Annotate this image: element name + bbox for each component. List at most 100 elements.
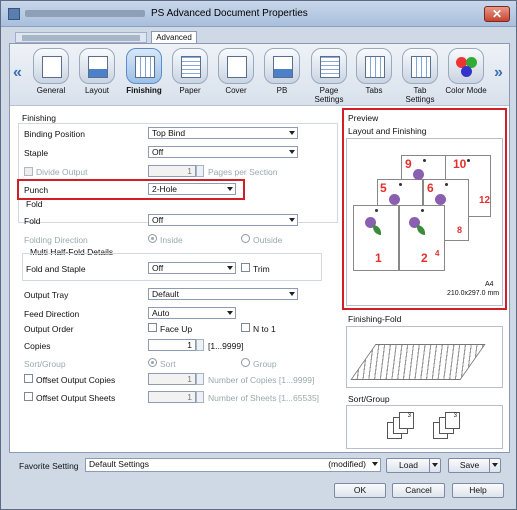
chevron-down-icon	[227, 311, 233, 315]
tab-pb[interactable]: PB	[260, 48, 304, 95]
finishing-icon	[135, 56, 155, 78]
chevron-down-icon	[227, 187, 233, 191]
offset-sheets-spinner[interactable]	[196, 391, 204, 403]
help-button[interactable]: Help	[452, 483, 504, 498]
scroll-right-icon[interactable]: »	[494, 64, 503, 82]
tab-cover[interactable]: Cover	[214, 48, 258, 95]
inside-label: Inside	[160, 235, 183, 245]
divide-output-input[interactable]: 1	[148, 165, 196, 177]
copies-input[interactable]: 1	[148, 339, 196, 351]
pb-icon	[273, 56, 293, 78]
punch-select[interactable]: 2-Hole	[148, 183, 236, 195]
divide-output-spinner[interactable]	[196, 165, 204, 177]
load-button[interactable]: Load	[386, 458, 441, 473]
sort-label: Sort	[160, 359, 176, 369]
tab-color-mode[interactable]: Color Mode	[444, 48, 488, 95]
save-button[interactable]: Save	[448, 458, 501, 473]
folding-direction-label: Folding Direction	[24, 235, 88, 245]
fold-select[interactable]: Off	[148, 214, 298, 226]
favorite-setting-select[interactable]: Default Settings (modified)	[85, 458, 381, 472]
color-mode-icon	[448, 48, 484, 84]
output-tray-label: Output Tray	[24, 290, 69, 300]
function-icon-bar: « » General Layout Finishing Paper Cover	[10, 44, 509, 106]
flower-icon	[413, 169, 424, 180]
face-up-checkbox[interactable]	[148, 323, 157, 332]
outside-label: Outside	[253, 235, 283, 245]
n-to-1-checkbox[interactable]	[241, 323, 250, 332]
punch-hole-icon	[375, 209, 378, 212]
favorite-setting-label: Favorite Setting	[19, 461, 79, 471]
offset-copies-checkbox[interactable]	[24, 374, 33, 383]
cover-icon	[227, 56, 247, 78]
scroll-left-icon[interactable]: «	[13, 64, 22, 82]
layout-finishing-label: Layout and Finishing	[348, 126, 427, 136]
tab-tabs[interactable]: Tabs	[352, 48, 396, 95]
offset-sheets-input[interactable]: 1	[148, 391, 196, 403]
fold-and-staple-label: Fold and Staple	[26, 264, 86, 274]
offset-copies-label: Offset Output Copies	[36, 375, 116, 385]
chevron-down-icon	[227, 266, 233, 270]
tab-settings-icon	[411, 56, 431, 78]
tab-finishing[interactable]: Finishing	[122, 48, 166, 95]
output-tray-select[interactable]: Default	[148, 288, 298, 300]
tab-basic-redacted[interactable]	[15, 32, 147, 43]
tabs-icon	[365, 56, 385, 78]
divide-output-checkbox[interactable]	[24, 167, 33, 176]
flower-icon	[389, 194, 400, 205]
chevron-down-icon	[289, 292, 295, 296]
chevron-down-icon	[289, 150, 295, 154]
page-number: 9	[405, 157, 412, 171]
fold-and-staple-select[interactable]: Off	[148, 262, 236, 274]
finishing-fold-label: Finishing-Fold	[348, 314, 402, 324]
binding-position-label: Binding Position	[24, 129, 85, 139]
offset-copies-spinner[interactable]	[196, 373, 204, 385]
sort-radio[interactable]	[148, 358, 157, 367]
general-icon	[42, 56, 62, 78]
tab-page-settings[interactable]: Page Settings	[307, 48, 351, 104]
tab-paper[interactable]: Paper	[168, 48, 212, 95]
finishing-fold-preview	[346, 326, 503, 388]
chevron-down-icon[interactable]	[429, 459, 440, 472]
fold-sheet-icon	[350, 344, 486, 380]
chevron-down-icon	[372, 462, 378, 466]
punch-hole-icon	[423, 159, 426, 162]
inside-radio[interactable]	[148, 234, 157, 243]
divide-output-label: Divide Output	[36, 167, 88, 177]
binding-position-select[interactable]: Top Bind	[148, 127, 298, 139]
group-radio[interactable]	[241, 358, 250, 367]
offset-sheets-range: Number of Sheets [1...65535]	[208, 393, 320, 403]
title-bar: PS Advanced Document Properties ✕	[1, 1, 516, 27]
outside-radio[interactable]	[241, 234, 250, 243]
modified-indicator: (modified)	[328, 459, 366, 469]
close-button[interactable]: ✕	[484, 6, 510, 22]
chevron-down-icon[interactable]	[489, 459, 500, 472]
sort-sheet: 3	[399, 412, 414, 429]
page-number: 5	[380, 181, 387, 195]
copies-range: [1...9999]	[208, 341, 244, 351]
ok-button[interactable]: OK	[334, 483, 386, 498]
offset-copies-input[interactable]: 1	[148, 373, 196, 385]
paper-dimensions: 210.0x297.0 mm	[447, 290, 500, 297]
offset-sheets-checkbox[interactable]	[24, 392, 33, 401]
tab-layout[interactable]: Layout	[75, 48, 119, 95]
punch-hole-icon	[445, 183, 448, 186]
trim-checkbox[interactable]	[241, 263, 250, 272]
sort-sheet: 3	[445, 412, 460, 429]
trim-label: Trim	[253, 264, 270, 274]
chevron-down-icon	[289, 131, 295, 135]
punch-hole-icon	[399, 183, 402, 186]
face-up-label: Face Up	[160, 324, 193, 334]
page-number: 12	[479, 195, 491, 206]
page-number: 8	[457, 225, 463, 235]
staple-select[interactable]: Off	[148, 146, 298, 158]
feed-direction-select[interactable]: Auto	[148, 307, 236, 319]
cancel-button[interactable]: Cancel	[392, 483, 445, 498]
printer-icon	[8, 8, 20, 20]
properties-window: PS Advanced Document Properties ✕ Advanc…	[0, 0, 517, 510]
tab-tab-settings[interactable]: Tab Settings	[398, 48, 442, 104]
paper-size: A4	[485, 281, 494, 288]
tab-general[interactable]: General	[29, 48, 73, 95]
group-label: Group	[253, 359, 277, 369]
copies-spinner[interactable]	[196, 339, 204, 351]
sort-group-preview-label: Sort/Group	[348, 394, 390, 404]
